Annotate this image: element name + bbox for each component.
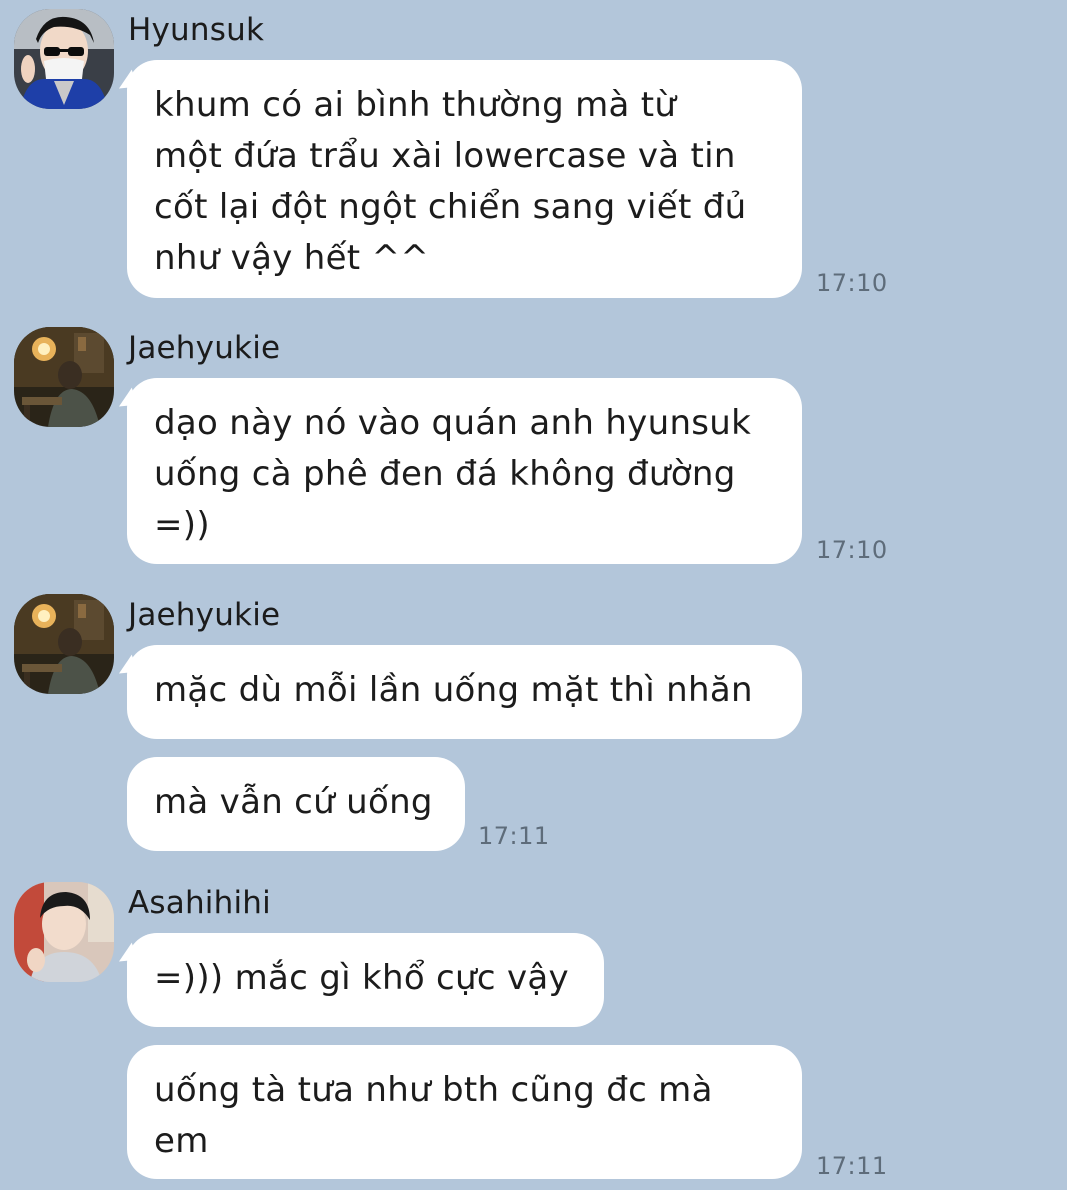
message-bubble[interactable]: mà vẫn cứ uống (127, 757, 465, 851)
avatar-jaehyukie[interactable] (14, 327, 114, 427)
message-timestamp: 17:10 (816, 269, 888, 297)
message-timestamp: 17:11 (816, 1152, 888, 1180)
message-bubble[interactable]: mặc dù mỗi lần uống mặt thì nhăn (127, 645, 802, 739)
sender-name: Asahihihi (128, 885, 271, 921)
message-bubble[interactable]: dạo này nó vào quán anh hyunsuk uống cà … (127, 378, 802, 564)
avatar-asahi[interactable] (14, 882, 114, 982)
avatar-jaehyukie[interactable] (14, 594, 114, 694)
message-timestamp: 17:11 (478, 822, 550, 850)
sender-name: Hyunsuk (128, 12, 265, 48)
sender-name: Jaehyukie (128, 330, 281, 366)
message-bubble[interactable]: uống tà tưa như bth cũng đc mà em (127, 1045, 802, 1179)
avatar-hyunsuk[interactable] (14, 9, 114, 109)
chat-room[interactable]: Hyunsuk khum có ai bình thường mà từ một… (0, 0, 1067, 1190)
message-bubble[interactable]: =))) mắc gì khổ cực vậy (127, 933, 604, 1027)
message-timestamp: 17:10 (816, 536, 888, 564)
sender-name: Jaehyukie (128, 597, 281, 633)
message-bubble[interactable]: khum có ai bình thường mà từ một đứa trẩ… (127, 60, 802, 298)
